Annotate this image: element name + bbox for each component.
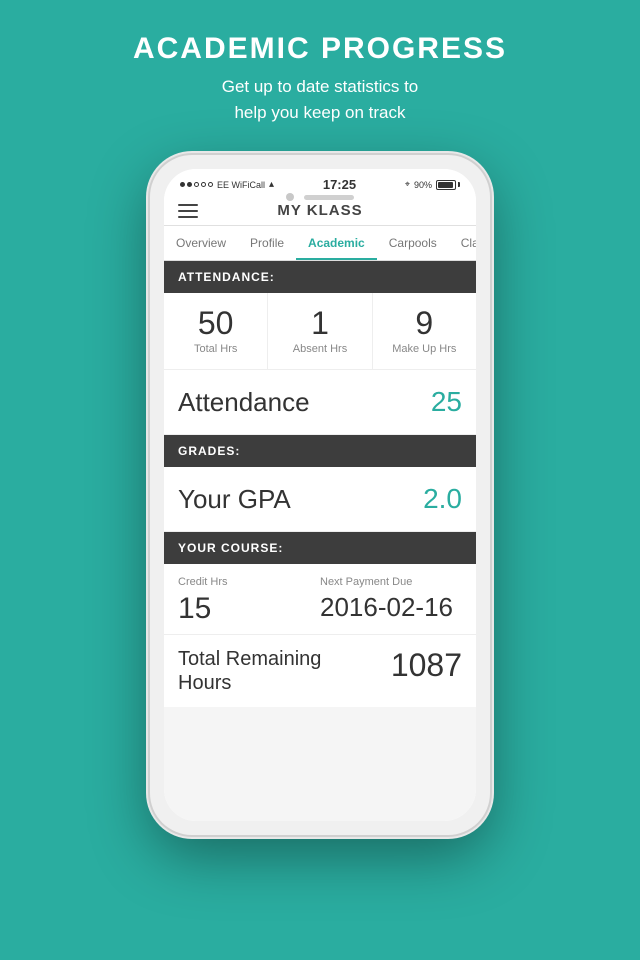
total-label-col: Total RemainingHours <box>178 647 391 695</box>
course-header: YOUR COURSE: <box>164 532 476 564</box>
stat-total-hrs: 50 Total Hrs <box>164 293 268 369</box>
dot5 <box>208 182 213 187</box>
grades-header: GRADES: <box>164 435 476 467</box>
attendance-summary-value: 25 <box>431 386 462 418</box>
total-label: Total RemainingHours <box>178 647 391 695</box>
battery-percent: 90% <box>414 180 432 190</box>
payment-value: 2016-02-16 <box>320 592 462 623</box>
hamburger-line-1 <box>178 204 198 206</box>
phone-screen: EE WiFiCall ▴ 17:25 ⌖ 90% <box>164 169 476 821</box>
stat-absent-hrs-label: Absent Hrs <box>276 343 363 355</box>
attendance-header: ATTENDANCE: <box>164 261 476 293</box>
content-area: ATTENDANCE: 50 Total Hrs 1 Absent Hrs <box>164 261 476 821</box>
battery-icon <box>436 180 460 190</box>
attendance-stats-row: 50 Total Hrs 1 Absent Hrs 9 Make Up Hrs <box>164 293 476 370</box>
stat-makeup-hrs: 9 Make Up Hrs <box>373 293 476 369</box>
tab-classes[interactable]: Cla... <box>449 226 476 260</box>
promo-header: ACADEMIC PROGRESS Get up to date statist… <box>133 0 507 145</box>
tab-classes-label: Cla... <box>461 236 476 250</box>
stat-makeup-hrs-value: 9 <box>381 307 468 339</box>
phone-mockup: EE WiFiCall ▴ 17:25 ⌖ 90% <box>150 155 490 835</box>
promo-subtitle: Get up to date statistics tohelp you kee… <box>133 74 507 125</box>
tab-profile[interactable]: Profile <box>238 226 296 260</box>
course-grid: Credit Hrs 15 Next Payment Due 2016-02-1… <box>178 576 462 626</box>
menu-button[interactable] <box>178 204 198 218</box>
gpa-row: Your GPA 2.0 <box>164 467 476 532</box>
status-left: EE WiFiCall ▴ <box>180 179 274 190</box>
stat-absent-hrs: 1 Absent Hrs <box>268 293 372 369</box>
status-bar: EE WiFiCall ▴ 17:25 ⌖ 90% <box>164 169 476 196</box>
credit-col: Credit Hrs 15 <box>178 576 320 626</box>
dot4 <box>201 182 206 187</box>
stat-total-hrs-value: 50 <box>172 307 259 339</box>
tab-carpools[interactable]: Carpools <box>377 226 449 260</box>
page-background: ACADEMIC PROGRESS Get up to date statist… <box>0 0 640 960</box>
tabs-bar: Overview Profile Academic Carpools Cla..… <box>164 226 476 261</box>
grades-header-text: GRADES: <box>178 444 240 458</box>
gpa-label: Your GPA <box>178 484 291 515</box>
status-right: ⌖ 90% <box>405 179 460 190</box>
wifi-icon: ▴ <box>269 179 274 190</box>
hamburger-line-3 <box>178 216 198 218</box>
attendance-summary-row: Attendance 25 <box>164 370 476 435</box>
phone-frame: EE WiFiCall ▴ 17:25 ⌖ 90% <box>150 155 490 835</box>
stat-total-hrs-label: Total Hrs <box>172 343 259 355</box>
credit-value: 15 <box>178 592 320 626</box>
camera-dot <box>286 193 294 201</box>
stat-absent-hrs-value: 1 <box>276 307 363 339</box>
phone-top-decor <box>286 193 354 201</box>
carrier-label: EE WiFiCall <box>217 180 265 190</box>
tab-overview[interactable]: Overview <box>164 226 238 260</box>
hamburger-line-2 <box>178 210 198 212</box>
app-title: MY KLASS <box>198 202 442 219</box>
course-row: Credit Hrs 15 Next Payment Due 2016-02-1… <box>164 564 476 635</box>
status-time: 17:25 <box>323 177 356 192</box>
dot1 <box>180 182 185 187</box>
course-header-text: YOUR COURSE: <box>178 541 283 555</box>
attendance-header-text: ATTENDANCE: <box>178 270 275 284</box>
promo-title: ACADEMIC PROGRESS <box>133 32 507 66</box>
dot3 <box>194 182 199 187</box>
total-value: 1087 <box>391 647 462 684</box>
location-icon: ⌖ <box>405 179 410 190</box>
dot2 <box>187 182 192 187</box>
gpa-value: 2.0 <box>423 483 462 515</box>
stat-makeup-hrs-label: Make Up Hrs <box>381 343 468 355</box>
tab-academic[interactable]: Academic <box>296 226 377 260</box>
payment-col: Next Payment Due 2016-02-16 <box>320 576 462 626</box>
credit-label: Credit Hrs <box>178 576 320 588</box>
signal-icon <box>180 182 213 187</box>
attendance-summary-label: Attendance <box>178 387 310 418</box>
speaker-grille <box>304 195 354 200</box>
total-remaining-row: Total RemainingHours 1087 <box>164 635 476 707</box>
payment-label: Next Payment Due <box>320 576 462 588</box>
